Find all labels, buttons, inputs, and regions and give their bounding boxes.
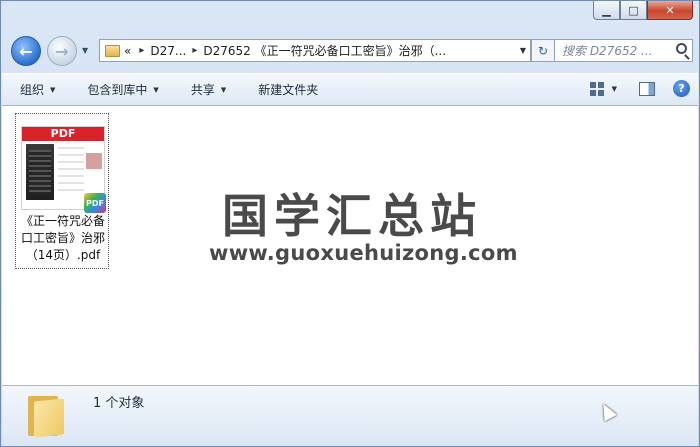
file-name-line: 口工密旨》治邪 — [20, 231, 105, 245]
thumbnail-scan-page — [26, 144, 54, 200]
recent-pages-dropdown[interactable]: ▼ — [82, 46, 88, 55]
minimize-button[interactable]: ▁ — [593, 1, 620, 20]
navigation-bar: ← → ▼ « ▸ D27... ▸ D27652 《正一符咒必备口工密旨》治邪… — [9, 34, 693, 68]
include-library-label: 包含到库中 — [87, 83, 148, 97]
forward-button[interactable]: → — [47, 36, 77, 66]
preview-pane-icon[interactable] — [639, 81, 655, 96]
new-folder-button[interactable]: 新建文件夹 — [258, 81, 318, 98]
chevron-down-icon: ▼ — [50, 85, 56, 94]
maximize-button[interactable]: □ — [620, 1, 647, 20]
thumbnail-header: PDF — [22, 127, 104, 141]
chevron-down-icon: ▼ — [153, 85, 159, 94]
breadcrumb-separator-icon[interactable]: ▸ — [192, 45, 197, 56]
organize-label: 组织 — [20, 83, 45, 97]
toolbar-right: ▼ ? — [589, 80, 690, 97]
file-name: 《正一符咒必备 口工密旨》治邪 （14页）.pdf — [16, 213, 110, 264]
file-name-line: （14页）.pdf — [25, 248, 101, 262]
breadcrumb-separator-icon[interactable]: ▸ — [139, 45, 144, 56]
maximize-icon: □ — [628, 3, 639, 17]
pdf-thumbnail: PDF PDF — [21, 126, 106, 213]
file-name-line: 《正一符咒必备 — [20, 214, 105, 228]
share-button[interactable]: 共享 ▼ — [191, 81, 226, 98]
search-placeholder: 搜索 D27652 ... — [562, 44, 653, 58]
change-view-icon[interactable] — [589, 81, 604, 96]
folder-icon — [28, 392, 64, 438]
back-button[interactable]: ← — [11, 36, 41, 66]
mouse-cursor-icon — [597, 400, 617, 422]
search-input[interactable]: 搜索 D27652 ... — [554, 39, 693, 62]
details-pane: 1 个对象 — [2, 385, 698, 446]
watermark-title: 国学汇总站 — [222, 189, 482, 243]
pdf-app-icon: PDF — [84, 193, 106, 213]
address-bar[interactable]: « ▸ D27... ▸ D27652 《正一符咒必备口工密旨》治邪（... ▼ — [99, 39, 531, 62]
file-list-area[interactable]: PDF PDF 《正一符咒必备 口工密旨》治邪 （14页）.pdf 国学汇总站 … — [2, 106, 698, 385]
caption-buttons: ▁ □ ✕ — [593, 1, 693, 20]
view-options-dropdown-icon[interactable]: ▼ — [612, 85, 617, 93]
breadcrumb-item[interactable]: D27652 《正一符咒必备口工密旨》治邪（... — [203, 42, 446, 59]
new-folder-label: 新建文件夹 — [258, 83, 319, 97]
folder-icon — [105, 44, 120, 57]
address-dropdown-icon[interactable]: ▼ — [520, 46, 526, 55]
back-arrow-icon: ← — [19, 41, 33, 61]
close-button[interactable]: ✕ — [647, 1, 693, 20]
explorer-window: ▁ □ ✕ ← → ▼ « ▸ D27... ▸ D27652 《正一符咒必备口… — [0, 0, 700, 447]
thumbnail-text-page — [58, 147, 84, 193]
thumbnail-seal — [86, 153, 102, 169]
breadcrumb-item[interactable]: D27... — [150, 44, 186, 58]
search-icon[interactable] — [676, 43, 687, 54]
minimize-icon: ▁ — [602, 3, 611, 17]
item-count: 1 个对象 — [93, 396, 145, 411]
share-label: 共享 — [190, 83, 215, 97]
chevron-down-icon: ▼ — [220, 85, 227, 94]
forward-arrow-icon: → — [55, 41, 69, 61]
refresh-button[interactable]: ↻ — [531, 39, 555, 62]
file-item-pdf[interactable]: PDF PDF 《正一符咒必备 口工密旨》治邪 （14页）.pdf — [15, 113, 109, 269]
watermark-url: www.guoxuehuizong.com — [209, 241, 518, 265]
close-icon: ✕ — [665, 3, 675, 17]
help-icon[interactable]: ? — [673, 80, 690, 97]
address-overflow[interactable]: « — [124, 44, 131, 58]
organize-button[interactable]: 组织 ▼ — [20, 81, 55, 98]
refresh-icon: ↻ — [537, 43, 549, 58]
command-bar: 组织 ▼ 包含到库中 ▼ 共享 ▼ 新建文件夹 ▼ ? — [2, 73, 698, 106]
include-in-library-button[interactable]: 包含到库中 ▼ — [87, 81, 158, 98]
